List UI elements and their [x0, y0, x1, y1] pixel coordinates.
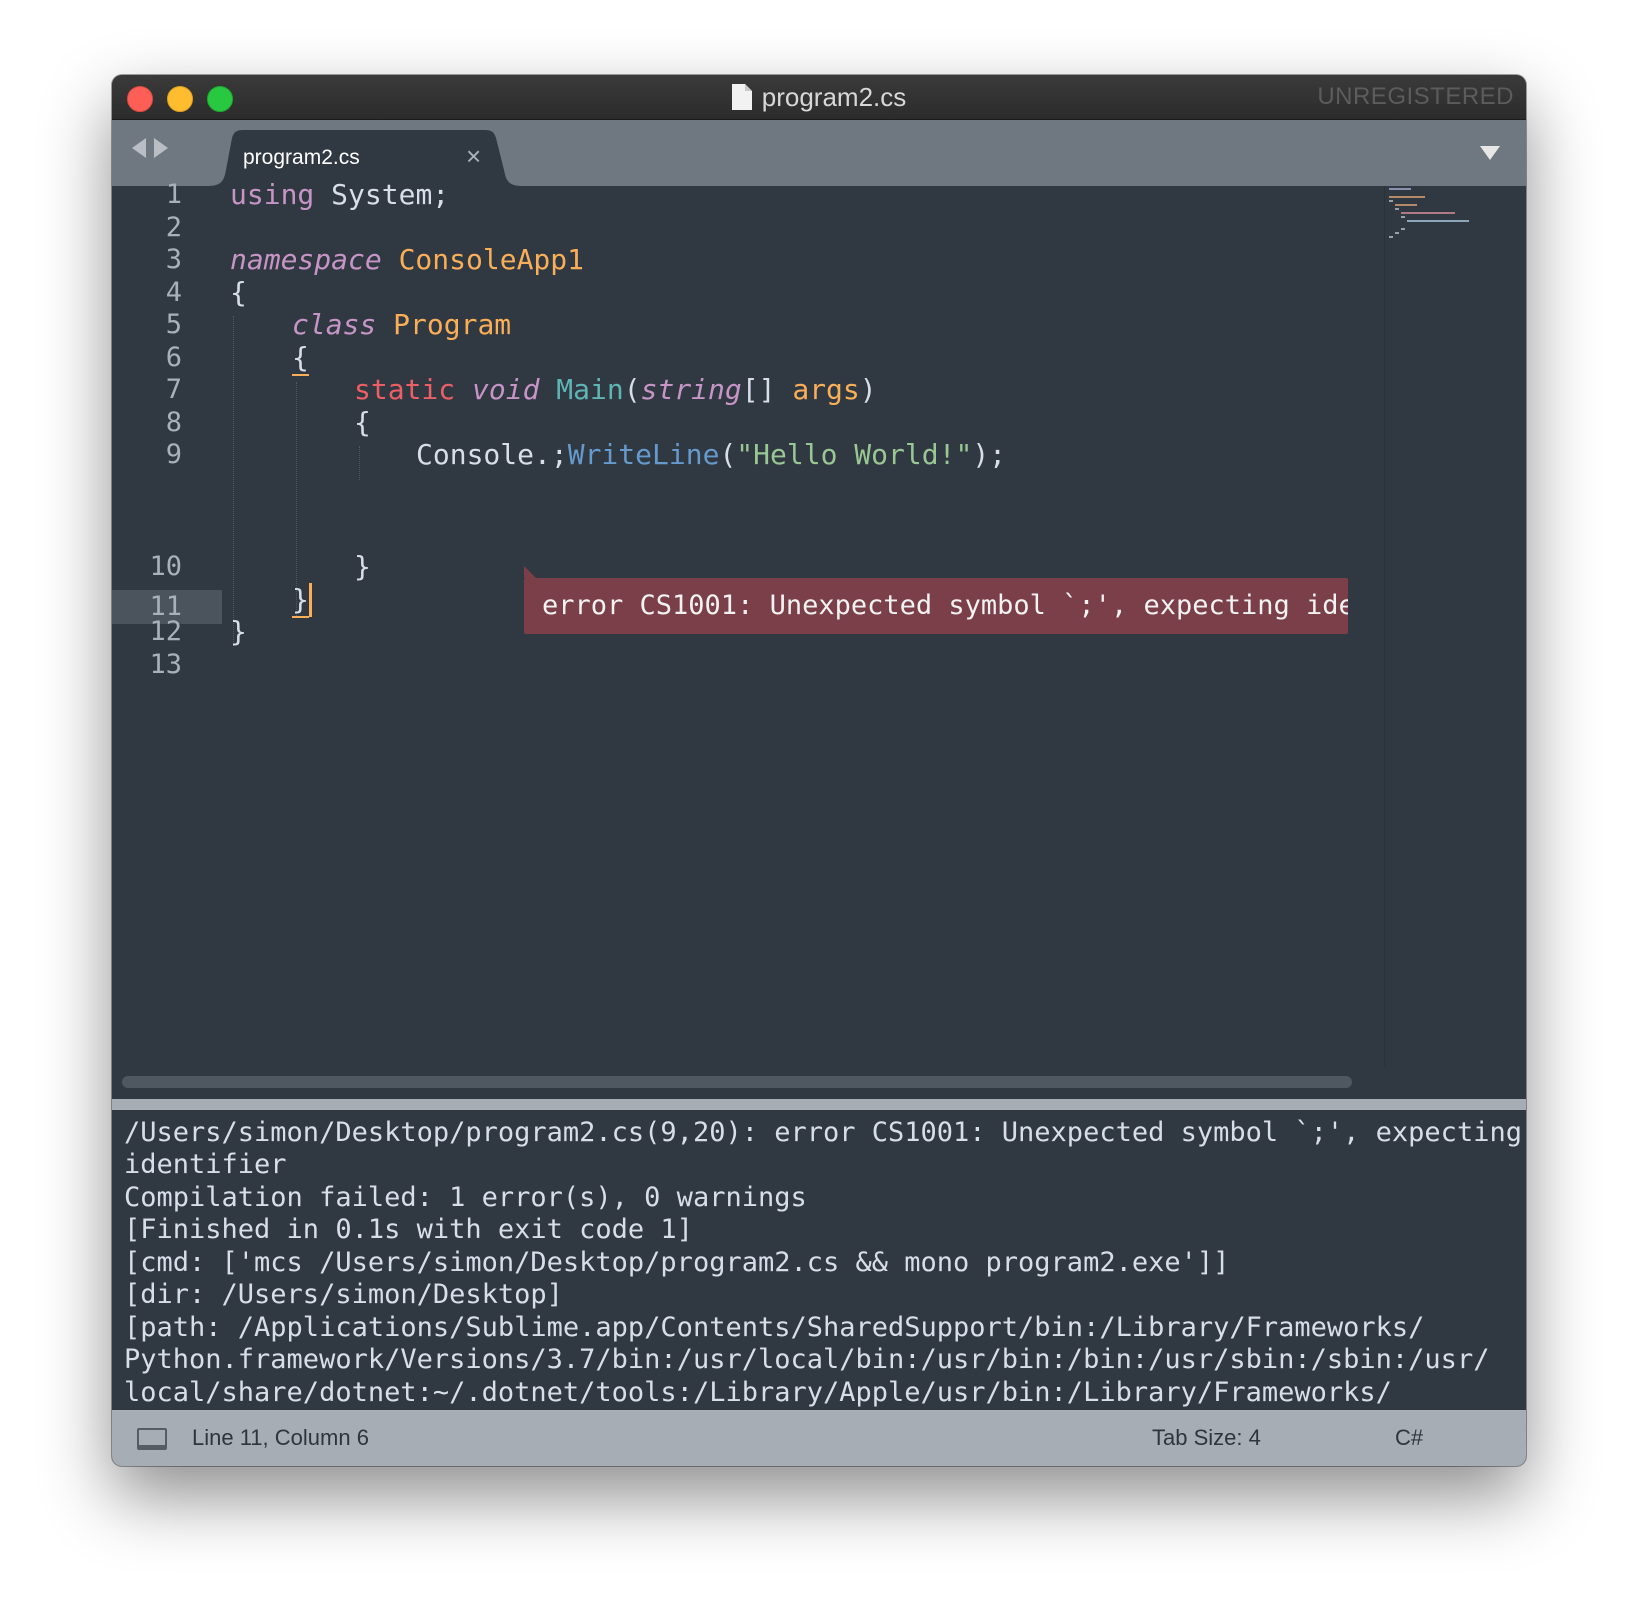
- syntax-indicator[interactable]: C#: [1395, 1425, 1423, 1451]
- line-number: 12: [149, 616, 182, 647]
- minimap-line: [1407, 220, 1469, 222]
- line-number: 9: [165, 439, 182, 470]
- minimap-line: [1401, 228, 1405, 230]
- matched-bracket: {: [292, 341, 309, 376]
- code-line-10: }: [354, 550, 371, 583]
- minimap-line: [1389, 196, 1425, 198]
- output-line: [Finished in 0.1s with exit code 1]: [124, 1214, 693, 1245]
- error-phantom-notch: [524, 566, 536, 578]
- panel-toggle-icon[interactable]: [137, 1428, 167, 1450]
- minimap-line: [1401, 212, 1455, 214]
- minimap-line: [1395, 208, 1399, 210]
- indent-guide: [359, 446, 361, 480]
- line-number: 2: [165, 212, 182, 243]
- indent-guide: [296, 382, 298, 616]
- code-line-1: using System;: [230, 178, 450, 211]
- code-line-11: }: [292, 583, 312, 618]
- code-line-3: namespace ConsoleApp1: [230, 243, 585, 276]
- code-line-7: static void Main(string[] args): [354, 373, 877, 406]
- window-title-group: program2.cs: [112, 75, 1526, 119]
- line-number-gutter: 1 2 3 4 5 6 7 8 9 10 11 12 13: [112, 179, 222, 1186]
- line-number: 1: [165, 179, 182, 210]
- tab-nav-arrows: [132, 138, 168, 158]
- line-number: 8: [165, 407, 182, 438]
- code-line-12: }: [230, 615, 247, 648]
- minimap-line: [1395, 232, 1399, 234]
- code-editor[interactable]: 1 2 3 4 5 6 7 8 9 10 11 12 13 using Syst…: [112, 178, 1526, 1186]
- line-number: 6: [165, 342, 182, 373]
- line-number: 13: [149, 649, 182, 680]
- tab-bar: program2.cs ×: [112, 120, 1526, 186]
- tab-next-arrow-icon[interactable]: [154, 138, 168, 158]
- title-bar: program2.cs UNREGISTERED: [112, 75, 1526, 120]
- editor-window: program2.cs UNREGISTERED program2.cs × 1…: [112, 75, 1526, 1466]
- line-number: 10: [149, 551, 182, 582]
- cursor-position[interactable]: Line 11, Column 6: [192, 1425, 369, 1451]
- minimap[interactable]: [1384, 186, 1526, 1066]
- status-bar: Line 11, Column 6 Tab Size: 4 C#: [112, 1410, 1526, 1466]
- text-caret: [308, 583, 312, 617]
- output-line: identifier: [124, 1149, 287, 1180]
- window-title: program2.cs: [761, 81, 907, 112]
- tab-close-icon[interactable]: ×: [466, 142, 481, 170]
- minimap-line: [1389, 188, 1411, 190]
- minimap-line: [1389, 236, 1393, 238]
- output-line: [path: /Applications/Sublime.app/Content…: [124, 1312, 1425, 1343]
- license-label: UNREGISTERED: [1317, 83, 1514, 110]
- build-output-panel[interactable]: /Users/simon/Desktop/program2.cs(9,20): …: [115, 1110, 1521, 1410]
- output-line: local/share/dotnet:~/.dotnet/tools:/Libr…: [124, 1377, 1392, 1408]
- matched-bracket: }: [292, 583, 309, 618]
- minimap-line: [1401, 216, 1405, 218]
- minimap-line: [1389, 200, 1393, 202]
- output-line: Python.framework/Versions/3.7/bin:/usr/l…: [124, 1344, 1490, 1375]
- tab-label: program2.cs: [243, 146, 360, 169]
- code-line-6: {: [292, 341, 309, 376]
- output-panel-divider[interactable]: [112, 1099, 1526, 1110]
- tab-prev-arrow-icon[interactable]: [132, 138, 146, 158]
- code-line-5: class Program: [292, 308, 512, 341]
- inline-error-message: error CS1001: Unexpected symbol `;', exp…: [524, 578, 1348, 634]
- line-number: 5: [165, 309, 182, 340]
- output-line: [cmd: ['mcs /Users/simon/Desktop/program…: [124, 1247, 1230, 1278]
- code-line-8: {: [354, 406, 371, 439]
- minimap-line: [1395, 204, 1417, 206]
- tab-size-indicator[interactable]: Tab Size: 4: [1152, 1425, 1261, 1451]
- output-line: Compilation failed: 1 error(s), 0 warnin…: [124, 1182, 807, 1213]
- indent-guide: [233, 316, 235, 646]
- output-line: /Users/simon/Desktop/program2.cs(9,20): …: [124, 1117, 1521, 1148]
- code-line-4: {: [230, 276, 247, 309]
- tab-menu-chevron-down-icon[interactable]: [1480, 146, 1500, 160]
- code-line-9: Console.;WriteLine("Hello World!");: [416, 438, 1007, 471]
- line-number: 3: [165, 244, 182, 275]
- line-number: 4: [165, 277, 182, 308]
- horizontal-scrollbar[interactable]: [122, 1076, 1352, 1088]
- line-number: 7: [165, 374, 182, 405]
- output-line: [dir: /Users/simon/Desktop]: [124, 1279, 563, 1310]
- document-icon: [731, 84, 752, 110]
